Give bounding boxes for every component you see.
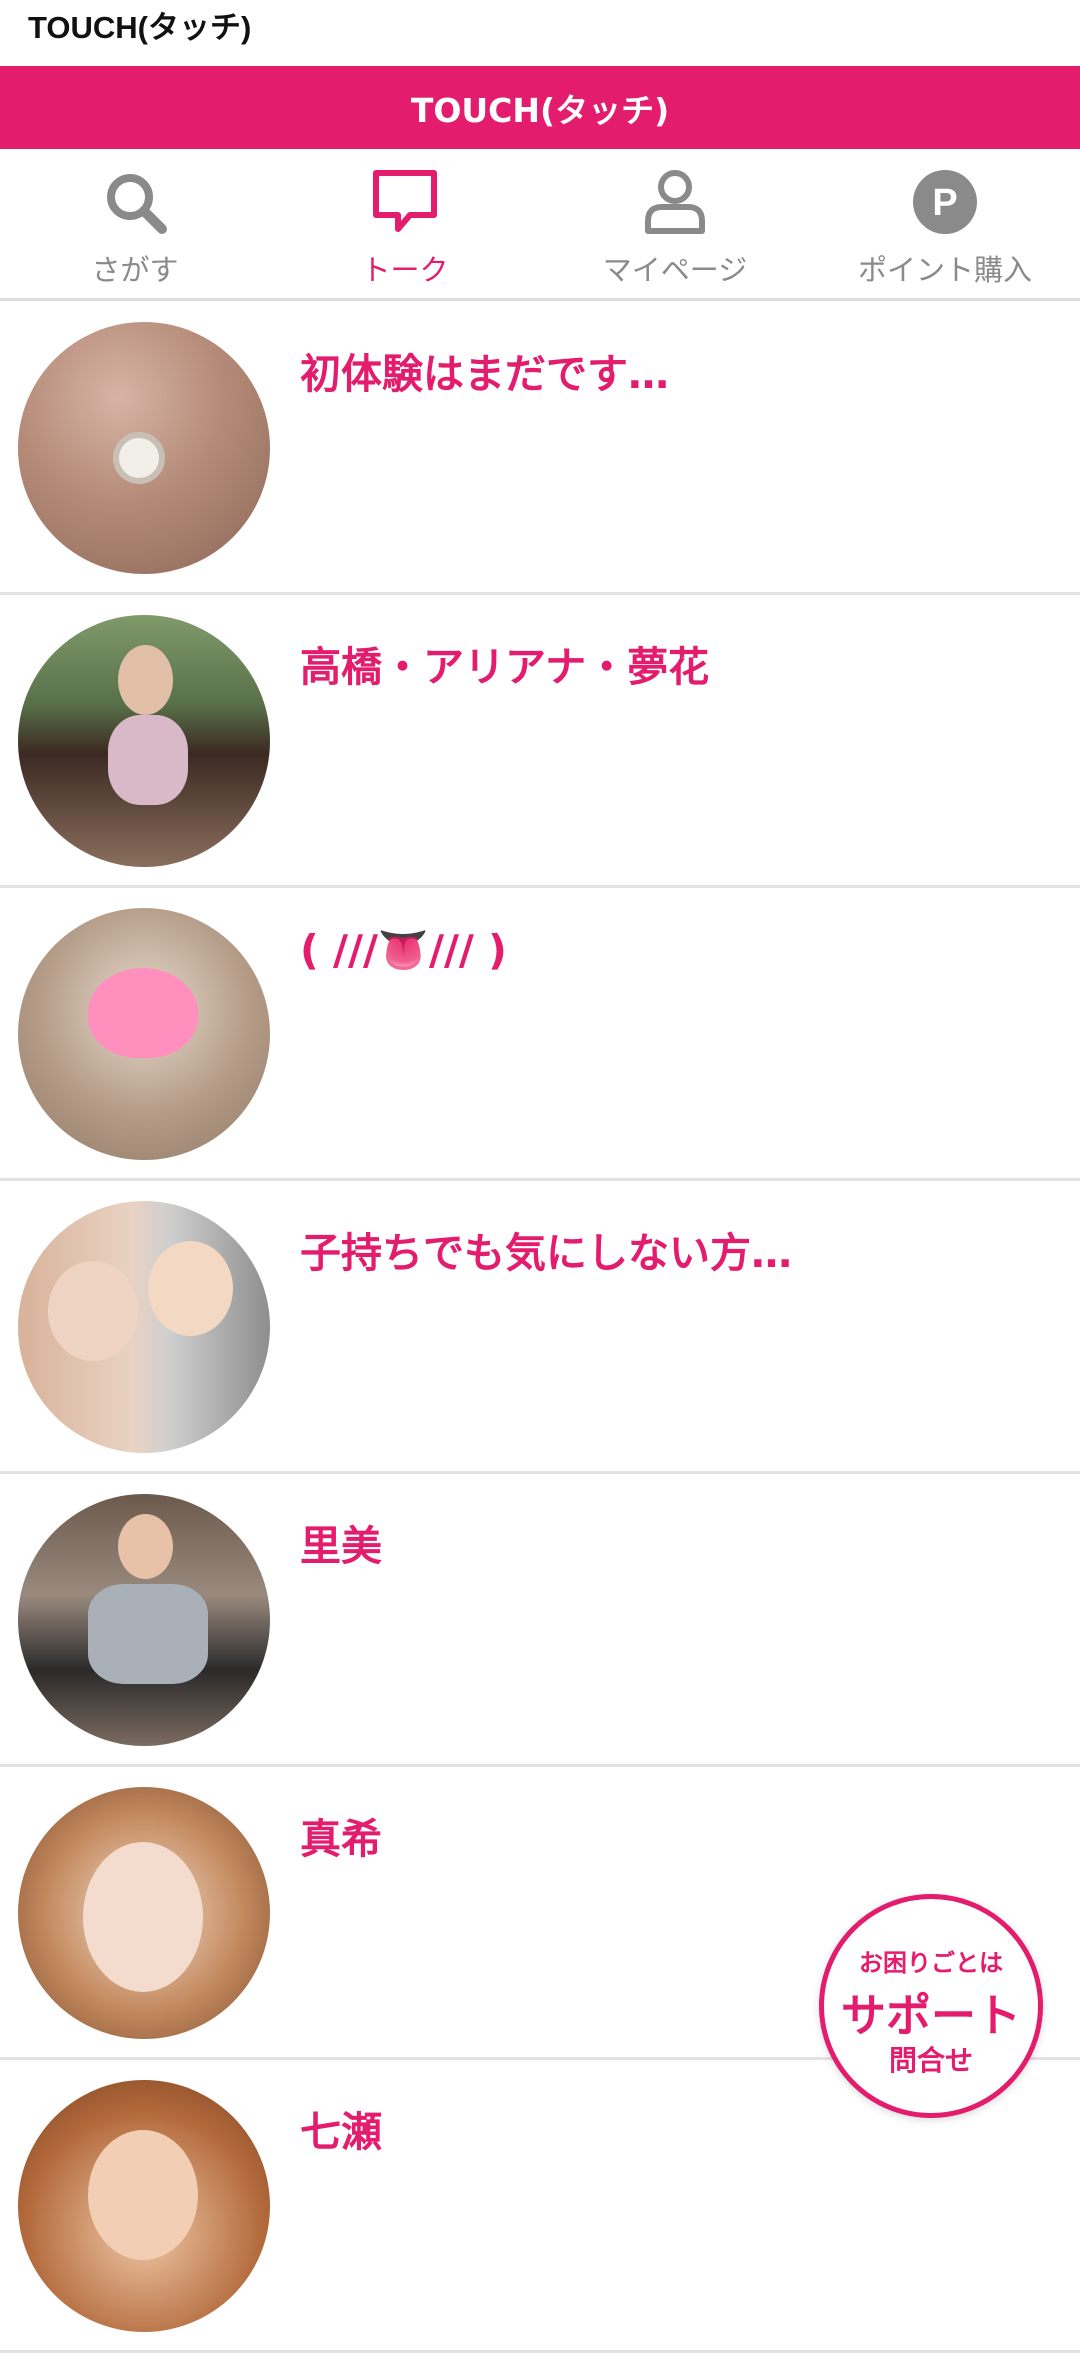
tab-points[interactable]: P ポイント購入 <box>810 149 1080 298</box>
talk-list-item[interactable]: ( ///👅/// ) <box>0 888 1080 1181</box>
tab-navigation: さがす トーク マイページ P ポイント購入 <box>0 149 1080 301</box>
avatar <box>18 615 270 867</box>
talk-name: 七瀬 <box>300 2108 382 2156</box>
app-title-bar: TOUCH(タッチ) <box>0 0 1080 66</box>
avatar <box>18 908 270 1160</box>
talk-name: 里美 <box>300 1522 382 1570</box>
tab-talk[interactable]: トーク <box>270 149 540 298</box>
talk-list-item[interactable]: 高橋・アリアナ・夢花 <box>0 595 1080 888</box>
svg-text:P: P <box>932 182 957 224</box>
talk-name: ( ///👅/// ) <box>300 926 507 974</box>
talk-list-item[interactable]: 里美 <box>0 1474 1080 1767</box>
avatar <box>18 1201 270 1453</box>
avatar <box>18 322 270 574</box>
avatar <box>18 1494 270 1746</box>
app-title: TOUCH(タッチ) <box>28 10 252 45</box>
talk-name: 真希 <box>300 1815 382 1863</box>
talk-name: 初体験はまだです… <box>300 350 669 398</box>
avatar <box>18 1787 270 2039</box>
talk-name: 子持ちでも気にしない方… <box>300 1229 792 1277</box>
tab-points-label: ポイント購入 <box>857 253 1032 287</box>
user-icon <box>645 170 705 234</box>
talk-name: 高橋・アリアナ・夢花 <box>300 643 710 691</box>
talk-list-item[interactable]: 初体験はまだです… <box>0 302 1080 595</box>
header-title: TOUCH(タッチ) <box>410 90 670 130</box>
points-p-icon: P <box>913 170 977 234</box>
chat-bubble-icon <box>373 170 437 232</box>
tab-search[interactable]: さがす <box>0 149 270 298</box>
talk-list-item[interactable]: 子持ちでも気にしない方… <box>0 1181 1080 1474</box>
tab-talk-label: トーク <box>361 253 449 287</box>
support-title: サポート <box>840 1989 1021 2042</box>
header-bar: TOUCH(タッチ) <box>0 66 1080 149</box>
search-icon <box>107 174 167 234</box>
tab-mypage[interactable]: マイページ <box>540 149 810 298</box>
tab-mypage-label: マイページ <box>602 253 748 287</box>
avatar <box>18 2080 270 2332</box>
tab-search-label: さがす <box>91 253 179 287</box>
support-subtitle: 問合せ <box>888 2044 973 2077</box>
support-caption: お困りごとは <box>859 1949 1003 1977</box>
support-button[interactable]: お困りごとは サポート 問合せ <box>819 1894 1043 2118</box>
